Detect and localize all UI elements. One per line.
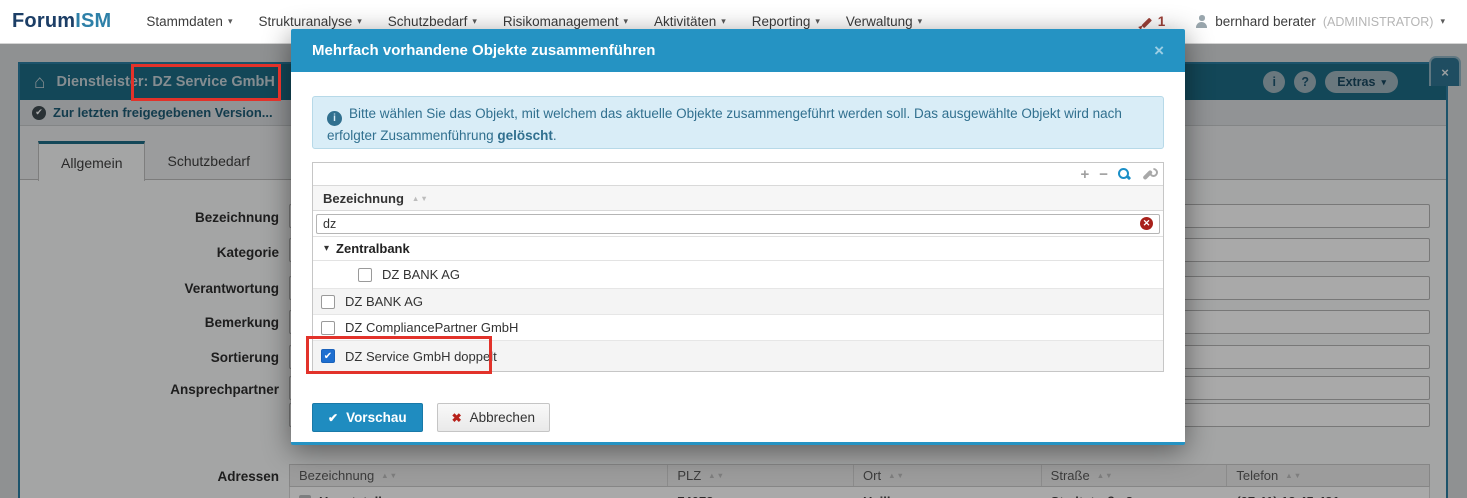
pending-edits-count: 1: [1158, 14, 1166, 29]
chevron-down-icon: ▾: [918, 16, 923, 27]
annotation-box-selected-row: [306, 336, 492, 374]
filter-input[interactable]: [316, 214, 1160, 234]
settings-wrench-icon[interactable]: [1141, 168, 1154, 181]
pencil-icon: [1139, 15, 1153, 29]
sort-icon: ▲▼: [412, 194, 429, 203]
user-menu[interactable]: bernhard berater (ADMINISTRATOR) ▾: [1195, 14, 1445, 29]
chevron-down-icon: ▾: [623, 16, 628, 27]
chevron-down-icon: ▾: [357, 16, 362, 27]
chevron-down-icon: ▾: [472, 16, 477, 27]
app-logo[interactable]: ForumISM: [12, 10, 111, 33]
info-message: iBitte wählen Sie das Objekt, mit welche…: [312, 96, 1164, 149]
list-filter-row: ✕: [313, 211, 1163, 237]
vorschau-button[interactable]: ✔ Vorschau: [312, 403, 423, 432]
merge-objects-dialog: Mehrfach vorhandene Objekte zusammenführ…: [291, 29, 1185, 445]
logo-part-forum: Forum: [12, 10, 75, 32]
dialog-header: Mehrfach vorhandene Objekte zusammenführ…: [291, 29, 1185, 72]
search-icon[interactable]: [1118, 168, 1131, 181]
remove-icon[interactable]: −: [1099, 167, 1108, 182]
nav-right-area: 1 bernhard berater (ADMINISTRATOR) ▾: [1139, 14, 1445, 29]
chevron-down-icon: ▾: [721, 16, 726, 27]
chevron-down-icon: ▾: [815, 16, 820, 27]
chevron-down-icon: ▾: [228, 16, 233, 27]
list-column-header[interactable]: Bezeichnung ▲▼: [313, 185, 1163, 211]
abbrechen-button[interactable]: ✖ Abbrechen: [437, 403, 550, 432]
checkbox[interactable]: [321, 321, 335, 335]
chevron-down-icon: ▾: [1440, 16, 1445, 27]
checkbox[interactable]: [358, 268, 372, 282]
info-icon: i: [327, 111, 342, 126]
list-toolbar: + −: [313, 163, 1163, 185]
collapse-triangle-icon: ▾: [324, 243, 329, 254]
logo-part-ism: ISM: [75, 10, 111, 32]
group-row-zentralbank[interactable]: ▾ Zentralbank: [313, 237, 1163, 261]
list-item[interactable]: DZ BANK AG: [313, 261, 1163, 289]
pending-edits-badge[interactable]: 1: [1139, 14, 1166, 29]
checkbox[interactable]: [321, 295, 335, 309]
add-icon[interactable]: +: [1080, 167, 1089, 182]
clear-filter-icon[interactable]: ✕: [1140, 217, 1153, 230]
close-icon[interactable]: ×: [1154, 42, 1164, 59]
menu-item-stammdaten[interactable]: Stammdaten▾: [133, 0, 245, 44]
person-icon: [1195, 15, 1208, 28]
list-item[interactable]: DZ BANK AG: [313, 289, 1163, 315]
check-icon: ✔: [328, 411, 338, 425]
user-role: (ADMINISTRATOR): [1323, 15, 1434, 29]
user-name: bernhard berater: [1215, 14, 1316, 29]
dialog-footer: ✔ Vorschau ✖ Abbrechen: [312, 403, 550, 432]
dialog-title: Mehrfach vorhandene Objekte zusammenführ…: [312, 42, 655, 59]
cancel-x-icon: ✖: [452, 411, 462, 425]
annotation-box-title: [131, 64, 281, 101]
